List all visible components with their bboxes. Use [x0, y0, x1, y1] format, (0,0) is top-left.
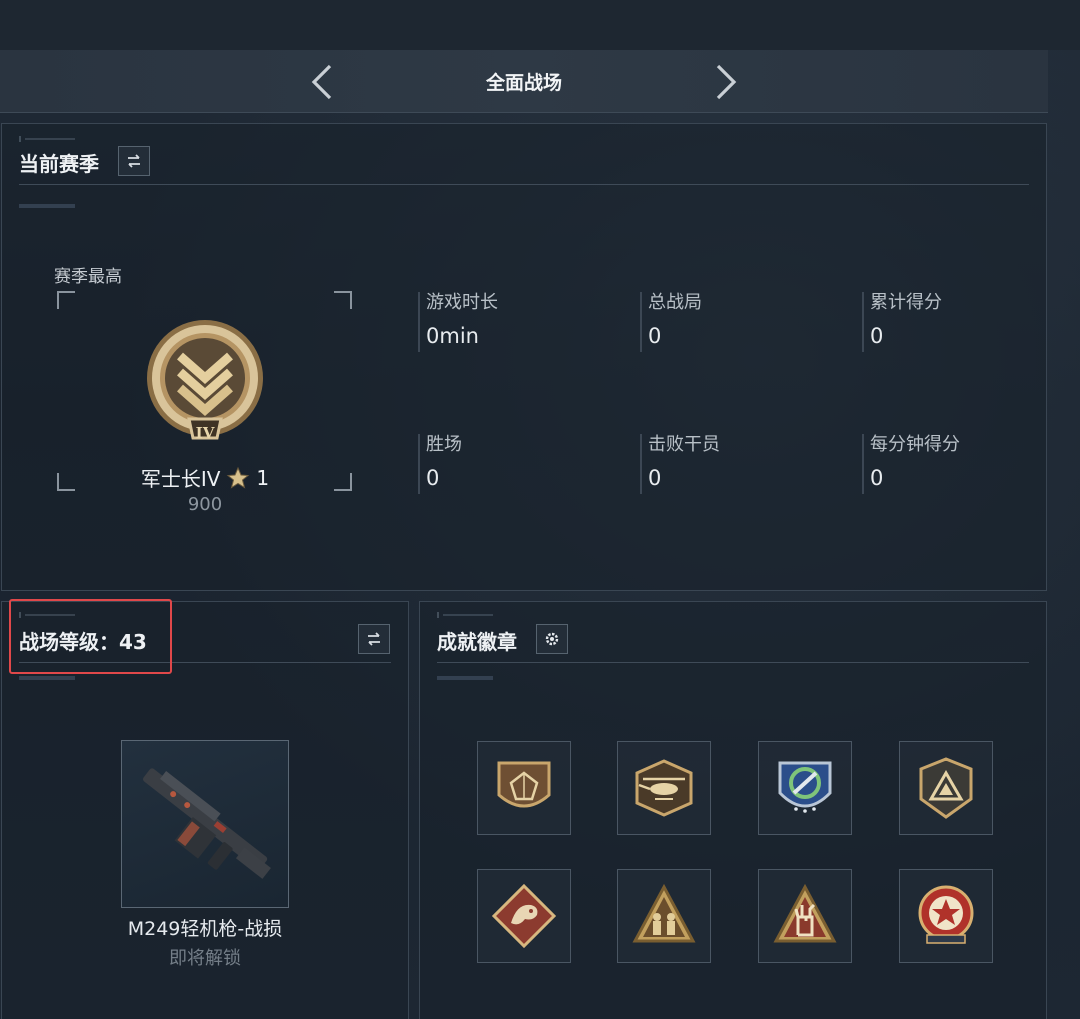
achievements-title: 成就徽章	[437, 630, 517, 654]
stat-score-per-minute: 每分钟得分 0	[862, 434, 1062, 494]
stat-label: 累计得分	[870, 292, 942, 313]
prev-mode-button[interactable]	[308, 62, 336, 102]
weapon-unlock-status: 即将解锁	[169, 948, 241, 969]
stat-label: 总战局	[648, 292, 702, 313]
soldiers-badge-icon	[632, 883, 696, 943]
weapon-reward-card[interactable]	[121, 740, 289, 908]
rank-star-count: 1	[256, 465, 270, 490]
stat-value: 0	[648, 324, 662, 348]
panel-decor	[19, 204, 75, 208]
pentagon-badge-icon	[497, 761, 551, 808]
stat-value: 0	[648, 466, 662, 490]
panel-decor	[19, 136, 79, 142]
dragon-badge-icon	[491, 883, 557, 949]
stat-total-matches: 总战局 0	[640, 292, 840, 352]
divider	[19, 184, 1029, 185]
hand-gesture-badge-icon	[773, 883, 837, 943]
swap-icon	[128, 154, 140, 168]
stat-value: 0	[870, 466, 884, 490]
stat-total-score: 累计得分 0	[862, 292, 1062, 352]
stat-play-time: 游戏时长 0min	[418, 292, 618, 352]
panel-decor	[19, 676, 75, 680]
swap-icon	[368, 632, 380, 646]
divider	[437, 662, 1029, 663]
frame-corner	[57, 473, 75, 491]
stat-value: 0	[870, 324, 884, 348]
rank-name: 军士长IV 1	[100, 463, 310, 492]
helicopter-badge-icon	[635, 759, 693, 817]
top-strip	[0, 0, 1080, 50]
achievement-badge[interactable]	[758, 741, 852, 835]
rank-score: 900	[187, 494, 223, 515]
mode-header: 全面战场	[0, 50, 1048, 113]
recycle-shield-badge-icon	[778, 761, 832, 813]
panel-decor	[437, 676, 493, 680]
stat-operators-defeated: 击败干员 0	[640, 434, 840, 494]
level-highlight-box	[9, 599, 172, 674]
machine-gun-icon	[143, 768, 271, 879]
frame-corner	[334, 473, 352, 491]
achievement-badge[interactable]	[477, 869, 571, 963]
achievements-settings-button[interactable]	[536, 624, 568, 654]
achievement-badge[interactable]	[617, 869, 711, 963]
panel-decor	[437, 612, 497, 618]
achievement-badge[interactable]	[899, 741, 993, 835]
season-switch-button[interactable]	[118, 146, 150, 176]
battlefield-profile-page: 全面战场 当前赛季 赛季最高 IV 军士长IV 1 900 游戏时长 0min …	[0, 0, 1080, 1019]
rank-name-text: 军士长IV	[140, 467, 221, 491]
stat-value: 0	[426, 466, 440, 490]
achievement-badge[interactable]	[899, 869, 993, 963]
stat-value: 0min	[426, 324, 479, 348]
star-target-badge-icon	[918, 885, 974, 944]
weapon-name: M249轻机枪-战损	[127, 918, 283, 940]
next-mode-button[interactable]	[712, 62, 740, 102]
rank-numeral: IV	[195, 424, 215, 442]
star-icon	[227, 466, 250, 489]
achievement-badge[interactable]	[617, 741, 711, 835]
achievement-badge[interactable]	[477, 741, 571, 835]
stat-label: 击败干员	[648, 434, 720, 455]
stat-label: 游戏时长	[426, 292, 498, 313]
season-title: 当前赛季	[19, 152, 99, 176]
stat-label: 每分钟得分	[870, 434, 960, 455]
achievement-badge[interactable]	[758, 869, 852, 963]
frame-corner	[57, 291, 75, 309]
level-switch-button[interactable]	[358, 624, 390, 654]
chevron-left-icon	[311, 64, 332, 100]
stat-label: 胜场	[426, 434, 462, 455]
stat-wins: 胜场 0	[418, 434, 618, 494]
frame-corner	[334, 291, 352, 309]
gear-icon	[545, 632, 559, 646]
chevron-right-icon	[716, 64, 737, 100]
triangle-mountain-badge-icon	[919, 757, 973, 819]
season-peak-label: 赛季最高	[54, 267, 122, 287]
mode-title: 全面战场	[485, 72, 562, 94]
